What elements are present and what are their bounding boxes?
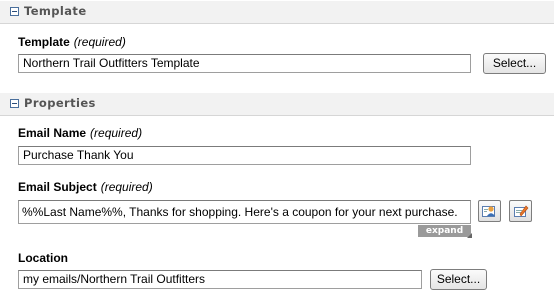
location-label: Location xyxy=(18,251,68,265)
template-label-text: Template xyxy=(18,35,70,49)
expand-button[interactable]: expand xyxy=(418,225,472,238)
location-label-text: Location xyxy=(18,251,68,265)
template-section-title: Template xyxy=(24,4,87,18)
template-section-header[interactable]: Template xyxy=(0,1,554,24)
template-select-button[interactable]: Select... xyxy=(483,53,546,74)
email-name-label-text: Email Name xyxy=(18,126,87,140)
location-select-button[interactable]: Select... xyxy=(430,269,487,290)
template-input[interactable]: Northern Trail Outfitters Template xyxy=(18,54,471,73)
properties-section-title: Properties xyxy=(24,96,96,110)
personalization-icon xyxy=(482,206,495,217)
location-input[interactable]: my emails/Northern Trail Outfitters xyxy=(18,270,422,289)
email-subject-label-text: Email Subject xyxy=(18,180,97,194)
email-subject-label: Email Subject (required) xyxy=(18,180,153,194)
email-subject-input[interactable]: %%Last Name%%, Thanks for shopping. Here… xyxy=(18,200,471,224)
properties-section-header[interactable]: Properties xyxy=(0,93,554,116)
personalization-button[interactable] xyxy=(478,200,501,222)
email-name-label: Email Name (required) xyxy=(18,126,142,140)
collapse-icon[interactable] xyxy=(10,99,19,108)
collapse-icon[interactable] xyxy=(10,7,19,16)
email-name-required: (required) xyxy=(90,126,143,140)
email-name-input[interactable]: Purchase Thank You xyxy=(18,146,471,165)
email-subject-required: (required) xyxy=(100,180,153,194)
dynamic-subject-button[interactable] xyxy=(509,200,532,222)
dynamic-subject-icon xyxy=(514,205,529,217)
template-label: Template (required) xyxy=(18,35,126,49)
template-required: (required) xyxy=(73,35,126,49)
